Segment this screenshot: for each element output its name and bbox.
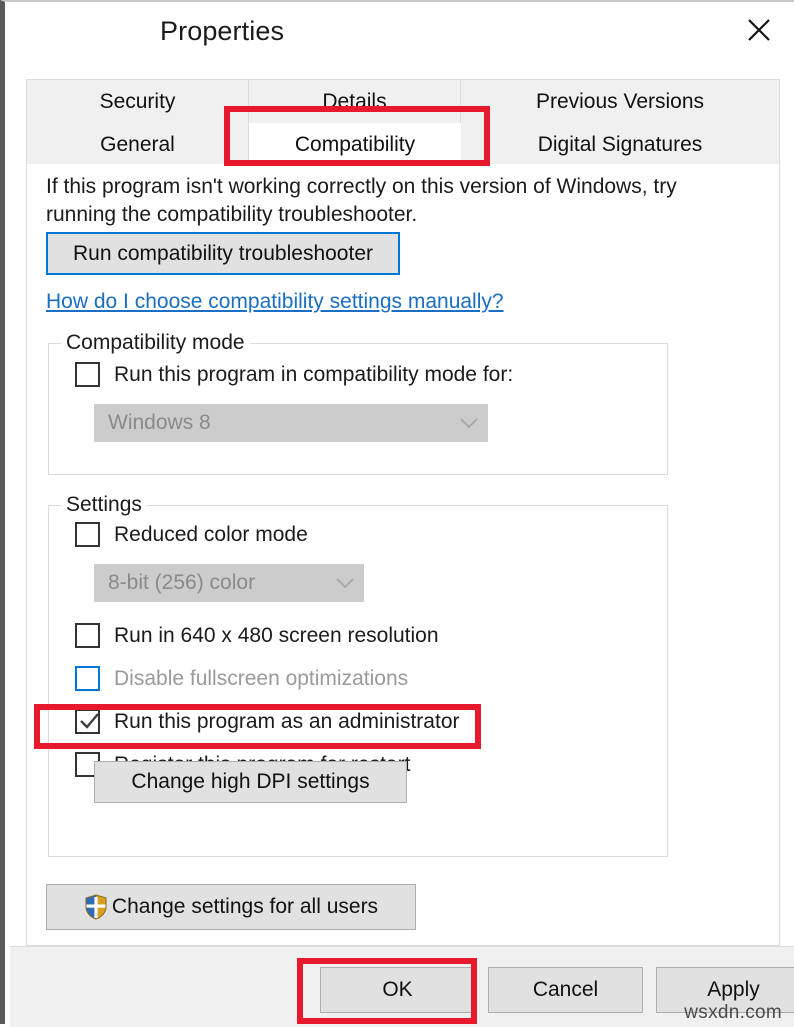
group-title: Compatibility mode	[61, 331, 250, 355]
run-as-administrator-checkbox[interactable]	[75, 709, 100, 734]
tab-label: Security	[99, 89, 176, 113]
tab-security[interactable]: Security	[27, 80, 249, 123]
color-depth-dropdown[interactable]: 8-bit (256) color	[94, 564, 364, 602]
button-label: Cancel	[532, 978, 599, 1001]
compat-mode-checkbox-row[interactable]: Run this program in compatibility mode f…	[75, 362, 513, 387]
compatibility-mode-group: Compatibility mode Run this program in c…	[48, 331, 668, 475]
reduced-color-mode-row[interactable]: Reduced color mode	[75, 522, 308, 547]
checkmark-icon	[80, 713, 99, 729]
tab-row-top: Security Details Previous Versions	[27, 80, 779, 123]
chevron-down-icon	[450, 417, 488, 429]
reduced-color-mode-checkbox[interactable]	[75, 522, 100, 547]
screen-resolution-row[interactable]: Run in 640 x 480 screen resolution	[75, 623, 439, 648]
button-label: OK	[382, 978, 413, 1001]
compat-mode-label: Run this program in compatibility mode f…	[114, 362, 514, 386]
chevron-down-icon	[326, 577, 364, 589]
run-compatibility-troubleshooter-button[interactable]: Run compatibility troubleshooter	[46, 232, 400, 275]
close-button[interactable]	[730, 4, 788, 56]
compat-mode-checkbox[interactable]	[75, 362, 100, 387]
change-high-dpi-settings-button[interactable]: Change high DPI settings	[94, 761, 407, 803]
tab-previous-versions[interactable]: Previous Versions	[461, 80, 779, 123]
dropdown-value: 8-bit (256) color	[108, 571, 256, 594]
close-x-icon	[746, 17, 772, 43]
tab-label: Compatibility	[294, 133, 416, 156]
help-link[interactable]: How do I choose compatibility settings m…	[46, 290, 504, 314]
intro-text: If this program isn't working correctly …	[46, 175, 677, 226]
group-title: Settings	[61, 493, 147, 517]
tab-label: Details	[322, 89, 387, 113]
tab-compatibility[interactable]: Compatibility	[249, 123, 461, 167]
compatibility-os-dropdown[interactable]: Windows 8	[94, 404, 488, 442]
button-label: Change settings for all users	[111, 895, 379, 918]
tab-row-bottom: General Compatibility Digital Signatures	[27, 123, 779, 167]
run-as-administrator-label: Run this program as an administrator	[114, 709, 460, 733]
screen-resolution-label: Run in 640 x 480 screen resolution	[114, 623, 439, 647]
dialog-button-bar: OK Cancel Apply	[10, 946, 794, 1027]
tab-digital-signatures[interactable]: Digital Signatures	[461, 123, 779, 166]
button-label: Change high DPI settings	[131, 770, 370, 793]
tab-details[interactable]: Details	[249, 80, 461, 123]
tab-label: Digital Signatures	[537, 132, 703, 156]
button-label: Apply	[707, 978, 760, 1001]
page-title: Properties	[160, 16, 285, 46]
change-settings-for-all-users-button[interactable]: Change settings for all users	[46, 884, 416, 930]
dropdown-value: Windows 8	[108, 411, 211, 434]
compatibility-tab-panel: If this program isn't working correctly …	[26, 164, 780, 946]
disable-fullscreen-label: Disable fullscreen optimizations	[114, 666, 409, 690]
ok-button[interactable]: OK	[320, 967, 475, 1013]
tab-strip: Security Details Previous Versions Gener…	[26, 79, 780, 167]
title-bar: Properties	[5, 2, 794, 65]
run-as-administrator-row[interactable]: Run this program as an administrator	[75, 709, 460, 734]
uac-shield-icon	[84, 894, 108, 920]
tab-label: General	[100, 132, 175, 156]
settings-group: Settings Reduced color mode 8-bit (256) …	[48, 493, 668, 857]
tab-label: Previous Versions	[535, 89, 705, 113]
screen-resolution-checkbox[interactable]	[75, 623, 100, 648]
cancel-button[interactable]: Cancel	[488, 967, 643, 1013]
tab-general[interactable]: General	[27, 123, 249, 166]
button-label: Run compatibility troubleshooter	[73, 241, 373, 265]
reduced-color-mode-label: Reduced color mode	[114, 522, 308, 546]
watermark: wsxdn.com	[684, 1002, 782, 1023]
disable-fullscreen-checkbox[interactable]	[75, 666, 100, 691]
disable-fullscreen-row[interactable]: Disable fullscreen optimizations	[75, 666, 408, 691]
properties-dialog-window: Properties Security Details Previous Ver…	[0, 0, 794, 1027]
